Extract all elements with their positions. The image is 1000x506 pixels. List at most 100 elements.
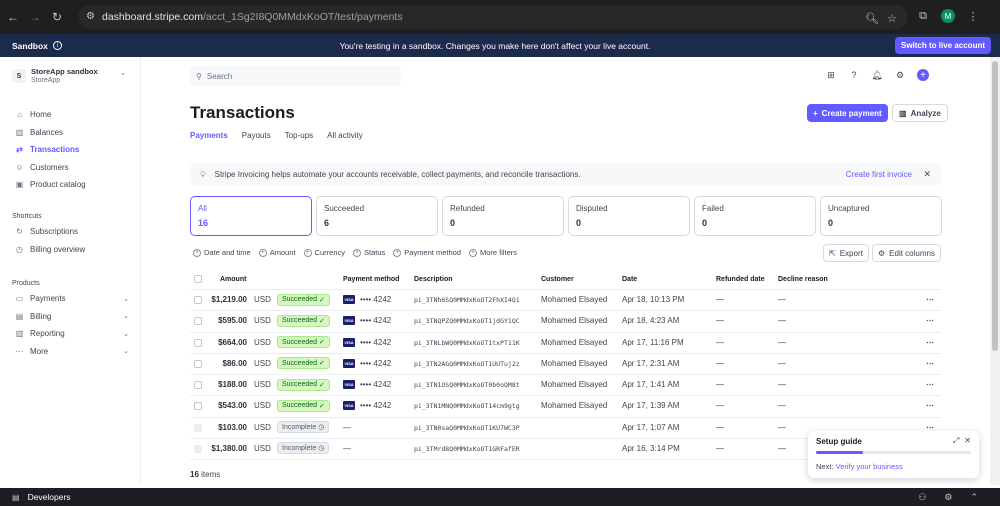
settings-icon[interactable]: ⚙	[944, 492, 952, 503]
row-more-icon[interactable]: ⋯	[926, 295, 934, 304]
search-icon: ⚲	[196, 71, 202, 81]
row-checkbox[interactable]	[194, 317, 202, 326]
status-card-refunded[interactable]: Refunded 0	[442, 196, 564, 236]
plus-circle-icon: +	[353, 248, 361, 257]
account-switcher[interactable]: S StoreApp sandbox StoreApp ⌄	[12, 67, 126, 85]
tab-top-ups[interactable]: Top-ups	[285, 131, 313, 144]
sidebar-item-reporting[interactable]: ▥ Reporting ⌄	[14, 325, 129, 343]
filter-amount[interactable]: + Amount	[258, 248, 296, 257]
row-more-icon[interactable]: ⋯	[926, 380, 934, 389]
table-row[interactable]: $543.00 USD Succeeded ✓ VISA •••• 4242 pi_3TN1…	[190, 396, 941, 418]
row-checkbox[interactable]	[194, 444, 202, 453]
verify-business-link[interactable]: Verify your business	[836, 462, 903, 471]
row-more-icon[interactable]: ⋯	[926, 338, 934, 347]
close-icon[interactable]: ✕	[923, 169, 931, 180]
col-amount[interactable]: Amount	[220, 276, 246, 283]
account-logo: S	[12, 69, 26, 83]
row-more-icon[interactable]: ⋯	[926, 359, 934, 368]
back-icon[interactable]: ←	[4, 8, 22, 26]
table-row[interactable]: $664.00 USD Succeeded ✓ VISA •••• 4242 pi_3TNL…	[190, 333, 941, 354]
switch-to-live-button[interactable]: Switch to live account	[894, 37, 991, 54]
setup-guide-panel[interactable]: Setup guide ⤢ ✕ Next: Verify your busines…	[808, 431, 979, 478]
zoom-icon[interactable]: 🔍︎	[864, 10, 880, 26]
table-row[interactable]: $188.00 USD Succeeded ✓ VISA •••• 4242 pi_3TN1…	[190, 375, 941, 397]
bookmark-star-icon[interactable]: ☆	[884, 10, 900, 26]
col-date[interactable]: Date	[622, 276, 637, 283]
create-first-invoice-link[interactable]: Create first invoice	[846, 170, 912, 179]
status-card-succeeded[interactable]: Succeeded 6	[316, 196, 438, 236]
apps-icon[interactable]: ⊞	[825, 69, 837, 81]
browser-menu-icon[interactable]: ⋮	[965, 8, 981, 24]
sidebar-item-balances[interactable]: ▥ Balances	[14, 124, 129, 142]
status-card-disputed[interactable]: Disputed 0	[568, 196, 690, 236]
reload-icon[interactable]: ↻	[48, 8, 66, 26]
filter-currency[interactable]: + Currency	[303, 248, 345, 257]
sidebar-item-billing[interactable]: ▤ Billing ⌄	[14, 308, 129, 326]
export-button[interactable]: ⇱ Export	[823, 244, 869, 262]
status-card-all[interactable]: All 16	[190, 196, 312, 236]
filter-status[interactable]: + Status	[353, 248, 385, 257]
sidebar-item-home[interactable]: ⌂ Home	[14, 106, 129, 124]
filter-more[interactable]: + More filters	[468, 248, 517, 257]
sidebar-item-more[interactable]: ⋯ More ⌄	[14, 343, 130, 361]
row-checkbox[interactable]	[194, 423, 202, 432]
tab-payouts[interactable]: Payouts	[242, 131, 271, 144]
col-refunded-date[interactable]: Refunded date	[716, 276, 765, 283]
col-decline-reason[interactable]: Decline reason	[778, 276, 828, 283]
col-customer[interactable]: Customer	[541, 276, 574, 283]
site-info-icon[interactable]: ⚙	[86, 11, 98, 23]
gear-icon[interactable]: ⚙	[894, 69, 906, 81]
select-all-checkbox[interactable]	[194, 275, 202, 283]
decline-reason: —	[778, 337, 786, 347]
row-checkbox[interactable]	[194, 359, 202, 368]
row-checkbox[interactable]	[194, 402, 202, 411]
row-checkbox[interactable]	[194, 338, 202, 347]
filter-payment-method[interactable]: + Payment method	[393, 248, 461, 257]
card-last4: •••• 4242	[360, 401, 392, 411]
row-checkbox[interactable]	[194, 381, 202, 389]
card-value: 0	[702, 218, 708, 228]
expand-icon[interactable]: ⤢	[953, 436, 959, 446]
status-card-failed[interactable]: Failed 0	[694, 196, 816, 236]
col-payment-method[interactable]: Payment method	[343, 276, 399, 283]
scrollbar-thumb[interactable]	[992, 61, 998, 351]
developers-bar[interactable]: ▤ Developers ⚇ ⚙ ⌃	[0, 488, 1000, 506]
refunded-date: —	[716, 358, 724, 368]
search-input[interactable]: ⚲ Search	[190, 66, 401, 86]
edit-columns-button[interactable]: ⚙ Edit columns	[872, 244, 941, 262]
chevron-down-icon[interactable]: ⌄	[120, 69, 126, 77]
home-icon: ⌂	[17, 110, 22, 120]
col-description[interactable]: Description	[414, 276, 453, 283]
close-icon[interactable]: ✕	[964, 436, 971, 446]
chevron-up-icon[interactable]: ⌃	[970, 492, 978, 503]
row-checkbox[interactable]	[194, 296, 202, 304]
help-icon[interactable]: ?	[848, 69, 860, 81]
row-more-icon[interactable]: ⋯	[926, 316, 934, 325]
create-payment-button[interactable]: + Create payment	[807, 104, 888, 122]
status-card-uncaptured[interactable]: Uncaptured 0	[820, 196, 942, 236]
description: pi_3TNh6SQ0MMdxKoOT2FhXI4Q1	[414, 296, 520, 304]
scrollbar[interactable]	[990, 57, 1000, 485]
bell-icon[interactable]: 🔔︎	[871, 69, 883, 81]
sidebar-item-subscriptions[interactable]: ↻ Subscriptions	[14, 223, 129, 241]
sidebar-item-billing-overview[interactable]: ◷ Billing overview	[14, 241, 129, 259]
forward-icon[interactable]: →	[26, 8, 44, 26]
extensions-icon[interactable]: ⧉	[915, 8, 931, 24]
workbench-icon[interactable]: ⚇	[918, 492, 926, 503]
table-row[interactable]: $86.00 USD Succeeded ✓ VISA •••• 4242 pi_3TN2A…	[190, 354, 941, 375]
tab-all-activity[interactable]: All activity	[327, 131, 363, 144]
sidebar-item-product-catalog[interactable]: ▣ Product catalog	[14, 176, 129, 194]
table-row[interactable]: $1,219.00 USD Succeeded ✓ VISA •••• 4242 pi_3T…	[190, 290, 941, 312]
profile-avatar[interactable]: M	[941, 9, 955, 23]
filter-date-and-time[interactable]: + Date and time	[193, 248, 251, 257]
sidebar-item-transactions[interactable]: ⇄ Transactions	[14, 141, 129, 159]
sidebar-item-payments[interactable]: ▭ Payments ⌄	[14, 290, 129, 308]
analyze-button[interactable]: ▥ Analyze	[892, 104, 948, 122]
tab-payments[interactable]: Payments	[190, 131, 228, 144]
row-more-icon[interactable]: ⋯	[926, 401, 934, 410]
sidebar-item-customers[interactable]: ☺ Customers	[14, 159, 129, 177]
table-row[interactable]: $595.00 USD Succeeded ✓ VISA •••• 4242 pi_3TNQ…	[190, 311, 941, 333]
date: Apr 17, 2:31 AM	[622, 358, 680, 368]
create-plus-icon[interactable]: +	[917, 69, 929, 81]
address-bar[interactable]: ⚙ dashboard.stripe.com/acct_1Sg2I8Q0MMdx…	[78, 5, 908, 29]
